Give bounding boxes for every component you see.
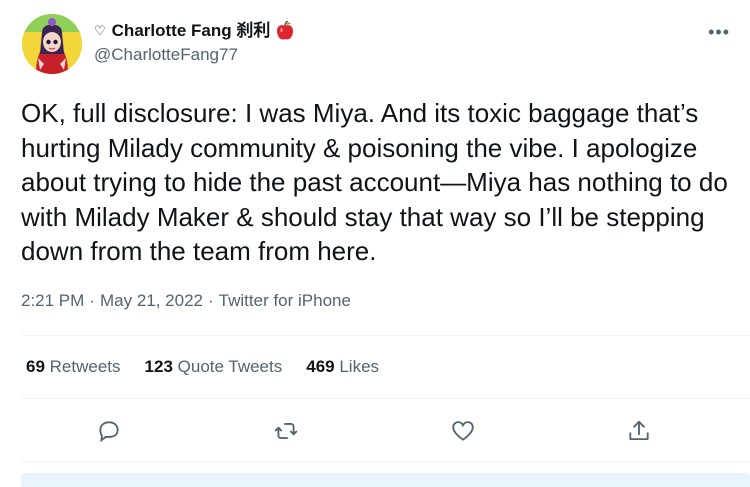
tweet-actions <box>0 414 750 450</box>
author-names: ♡ Charlotte Fang 刹利 @CharlotteFang77 <box>94 20 294 66</box>
like-heart-icon[interactable] <box>450 418 478 446</box>
reply-icon[interactable] <box>96 418 124 446</box>
quote-tweets-label: Quote Tweets <box>177 357 283 376</box>
tweet-text: OK, full disclosure: I was Miya. And its… <box>21 98 728 266</box>
tweet-source[interactable]: Twitter for iPhone <box>219 291 351 310</box>
retweet-icon[interactable] <box>273 418 301 446</box>
display-name[interactable]: ♡ Charlotte Fang 刹利 <box>94 20 294 42</box>
reply-compose-area[interactable] <box>21 473 750 487</box>
likes-label: Likes <box>339 357 380 376</box>
divider <box>21 461 750 462</box>
meta-separator: · <box>208 291 214 310</box>
likes-stat[interactable]: 469 Likes <box>306 357 379 377</box>
tweet-card: ♡ Charlotte Fang 刹利 @CharlotteFang77 •••… <box>0 0 750 487</box>
share-icon[interactable] <box>626 418 654 446</box>
avatar-image <box>22 14 82 74</box>
tweet-time[interactable]: 2:21 PM <box>21 291 84 310</box>
meta-separator: · <box>89 291 95 310</box>
retweets-label: Retweets <box>49 357 121 376</box>
likes-count: 469 <box>306 357 335 376</box>
more-options-icon[interactable]: ••• <box>708 22 730 43</box>
retweets-stat[interactable]: 69 Retweets <box>26 357 121 377</box>
divider <box>21 398 750 399</box>
author-handle[interactable]: @CharlotteFang77 <box>94 44 294 66</box>
tweet-stats: 69 Retweets 123 Quote Tweets 469 Likes <box>26 357 379 377</box>
tweet-meta: 2:21 PM · May 21, 2022 · Twitter for iPhone <box>21 291 351 311</box>
avatar[interactable] <box>22 14 82 74</box>
tweet-date[interactable]: May 21, 2022 <box>100 291 203 310</box>
red-apple-icon <box>276 20 294 41</box>
quote-tweets-stat[interactable]: 123 Quote Tweets <box>145 357 283 377</box>
divider <box>21 335 750 336</box>
tweet-header: ♡ Charlotte Fang 刹利 @CharlotteFang77 ••• <box>22 14 734 78</box>
display-name-text[interactable]: Charlotte Fang 刹利 <box>112 20 271 42</box>
heart-outline-icon: ♡ <box>94 23 106 38</box>
retweets-count: 69 <box>26 357 45 376</box>
quote-tweets-count: 123 <box>144 357 173 376</box>
